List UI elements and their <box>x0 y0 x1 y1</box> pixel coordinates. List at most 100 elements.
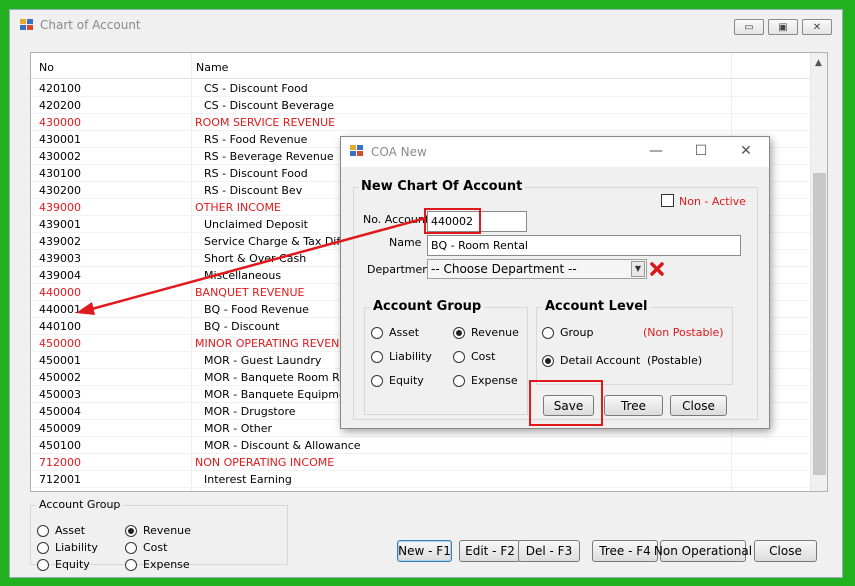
radio-button[interactable] <box>371 326 383 339</box>
cell-name: MOR - Guest Laundry <box>204 354 322 367</box>
cell-no: 439002 <box>39 235 81 248</box>
column-header-name[interactable]: Name <box>196 61 228 74</box>
dialog-radio-revenue[interactable]: Revenue <box>453 326 519 339</box>
radio-label: Asset <box>55 524 86 537</box>
table-row[interactable]: 420200 CS - Discount Beverage <box>31 97 811 114</box>
dialog-radio-expense[interactable]: Expense <box>453 374 518 387</box>
radio-label: Asset <box>389 326 420 339</box>
radio-label: Equity <box>55 558 90 571</box>
level-radio-detail[interactable]: Detail Account <box>542 354 640 367</box>
radio-label: Equity <box>389 374 424 387</box>
scroll-thumb[interactable] <box>813 173 826 475</box>
dialog-close-icon[interactable]: ✕ <box>736 143 756 161</box>
highlight-box-save <box>529 380 603 426</box>
department-label: Department <box>367 263 434 276</box>
dialog-radio-asset[interactable]: Asset <box>371 326 419 339</box>
dialog-close-button[interactable]: Close <box>670 395 727 416</box>
clear-department-icon[interactable] <box>649 261 665 277</box>
main-titlebar[interactable]: Chart of Account ▭ ▣ ✕ <box>10 10 842 40</box>
app-icon <box>20 19 33 30</box>
cell-name: Miscellaneous <box>204 269 282 282</box>
column-header-no[interactable]: No <box>39 61 54 74</box>
vertical-scrollbar[interactable]: ▲ <box>810 53 827 491</box>
dialog-minimize-icon[interactable]: — <box>646 143 666 161</box>
radio-label: Revenue <box>143 524 191 537</box>
department-select[interactable]: -- Choose Department -- ▼ <box>427 259 647 279</box>
non-operational-button[interactable]: Non Operational <box>654 540 752 562</box>
table-row[interactable]: 712001 Interest Earning <box>31 471 811 488</box>
radio-revenue[interactable]: Revenue <box>125 524 191 537</box>
radio-label: Revenue <box>471 326 519 339</box>
minimize-button[interactable]: ▭ <box>734 19 764 35</box>
cell-name: Service Charge & Tax Differe <box>204 235 362 248</box>
cell-name: BANQUET REVENUE <box>195 286 305 299</box>
radio-cost[interactable]: Cost <box>125 541 167 554</box>
dialog-account-group-box: Account Group Asset Revenue Liability Co… <box>364 299 528 415</box>
tree-button[interactable]: Tree - F4 <box>592 540 658 562</box>
account-group-title: Account Group <box>36 498 124 511</box>
table-row[interactable]: 712000 NON OPERATING INCOME <box>31 454 811 471</box>
radio-button[interactable] <box>371 374 383 387</box>
edit-button[interactable]: Edit - F2 <box>459 540 521 562</box>
chevron-down-icon[interactable]: ▼ <box>631 261 645 277</box>
dialog-radio-liability[interactable]: Liability <box>371 350 432 363</box>
cell-name: OTHER INCOME <box>195 201 281 214</box>
radio-button[interactable] <box>453 350 465 363</box>
cell-name: RS - Discount Bev <box>204 184 303 197</box>
radio-button[interactable] <box>37 524 49 537</box>
new-button[interactable]: New - F1 <box>397 540 452 562</box>
non-active-checkbox[interactable] <box>661 194 674 207</box>
close-window-button[interactable]: ✕ <box>802 19 832 35</box>
cell-name: CS - Discount Beverage <box>204 99 335 112</box>
cell-no: 450001 <box>39 354 81 367</box>
radio-button[interactable] <box>371 350 383 363</box>
close-button[interactable]: Close <box>754 540 817 562</box>
cell-name: MOR - Discount & Allowance <box>204 439 361 452</box>
cell-name: BQ - Food Revenue <box>204 303 309 316</box>
cell-no: 712000 <box>39 456 81 469</box>
close-icon: ✕ <box>812 21 822 33</box>
cell-no: 450004 <box>39 405 81 418</box>
radio-button[interactable] <box>453 374 465 387</box>
table-row[interactable]: 420100 CS - Discount Food <box>31 80 811 97</box>
account-level-title: Account Level <box>542 299 651 314</box>
account-level-box: Account Level Group (Non Postable) Detai… <box>536 299 733 385</box>
radio-button[interactable] <box>125 541 137 554</box>
dialog-radio-cost[interactable]: Cost <box>453 350 495 363</box>
non-postable-note: (Non Postable) <box>643 326 724 339</box>
radio-liability[interactable]: Liability <box>37 541 98 554</box>
radio-button[interactable] <box>125 524 137 537</box>
level-radio-group[interactable]: Group <box>542 326 594 339</box>
cell-no: 450002 <box>39 371 81 384</box>
cell-name: Unclaimed Deposit <box>204 218 308 231</box>
radio-asset[interactable]: Asset <box>37 524 85 537</box>
radio-expense[interactable]: Expense <box>125 558 190 571</box>
cell-no: 430000 <box>39 116 81 129</box>
radio-button[interactable] <box>37 541 49 554</box>
table-row[interactable]: 430000 ROOM SERVICE REVENUE <box>31 114 811 131</box>
cell-no: 420200 <box>39 99 81 112</box>
scroll-up-icon[interactable]: ▲ <box>815 58 822 68</box>
dialog-tree-button[interactable]: Tree <box>604 395 663 416</box>
cell-no: 440100 <box>39 320 81 333</box>
cell-no: 430100 <box>39 167 81 180</box>
radio-button[interactable] <box>542 326 554 339</box>
radio-button[interactable] <box>542 354 554 367</box>
radio-button[interactable] <box>37 558 49 571</box>
name-input[interactable]: BQ - Room Rental <box>427 235 741 256</box>
dialog-titlebar[interactable]: COA New — ☐ ✕ <box>341 137 769 167</box>
dialog-maximize-icon[interactable]: ☐ <box>691 143 711 161</box>
delete-button[interactable]: Del - F3 <box>518 540 580 562</box>
radio-label: Group <box>560 326 594 339</box>
radio-label: Liability <box>389 350 432 363</box>
name-label: Name <box>389 236 422 249</box>
dialog-radio-equity[interactable]: Equity <box>371 374 424 387</box>
radio-button[interactable] <box>125 558 137 571</box>
maximize-button[interactable]: ▣ <box>768 19 798 35</box>
highlight-box-no-account <box>424 208 481 234</box>
table-row[interactable]: 450100 MOR - Discount & Allowance <box>31 437 811 454</box>
radio-equity[interactable]: Equity <box>37 558 90 571</box>
cell-no: 439003 <box>39 252 81 265</box>
radio-button[interactable] <box>453 326 465 339</box>
cell-no: 440000 <box>39 286 81 299</box>
